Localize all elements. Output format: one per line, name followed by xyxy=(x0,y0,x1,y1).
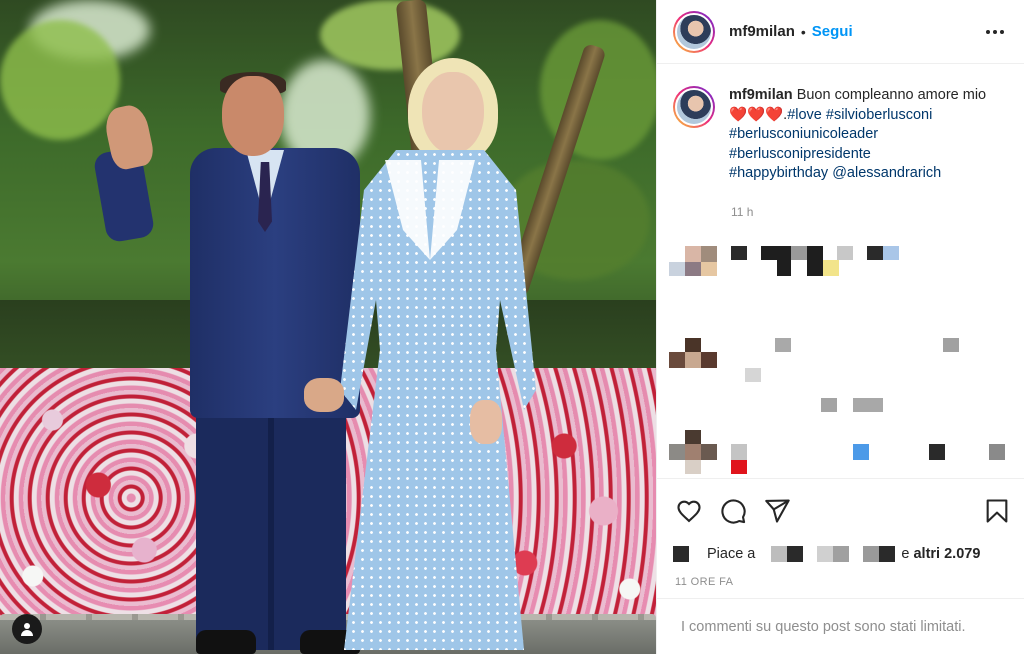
heart-outline-icon[interactable] xyxy=(675,497,703,525)
woman-face xyxy=(422,72,484,154)
liker-name-censored[interactable] xyxy=(771,546,804,562)
man-jacket xyxy=(190,148,360,418)
liker-name-censored[interactable] xyxy=(817,546,850,562)
likes-others[interactable]: e altri 2.079 xyxy=(901,546,980,562)
comment-bubble-icon[interactable] xyxy=(719,497,747,525)
likes-summary: Piace a e altri 2.079 xyxy=(673,544,980,564)
post-side-panel: mf9milan • Segui mf9milan Buon compleann… xyxy=(656,0,1024,654)
man-trousers xyxy=(196,410,346,650)
caption-timestamp: 11 h xyxy=(731,205,754,219)
avatar[interactable] xyxy=(673,86,715,128)
caption-message: Buon compleanno amore mio xyxy=(792,87,987,103)
hashtag-link[interactable]: #berlusconipresidente xyxy=(729,146,871,162)
separator-dot: • xyxy=(800,23,806,40)
paper-plane-icon[interactable] xyxy=(763,497,791,525)
follow-button[interactable]: Segui xyxy=(812,23,853,40)
avatar[interactable] xyxy=(673,10,715,53)
liker-name-censored[interactable] xyxy=(863,546,896,562)
post-photo[interactable] xyxy=(0,0,656,654)
post-actions-bar xyxy=(657,478,1024,538)
comments-limited-notice: I commenti su questo post sono stati lim… xyxy=(657,598,1024,654)
post-header: mf9milan • Segui xyxy=(657,0,1024,64)
liker-avatar[interactable] xyxy=(673,546,689,562)
joined-hands xyxy=(304,378,344,412)
bookmark-icon[interactable] xyxy=(983,497,1011,525)
likes-prefix: Piace a xyxy=(707,546,756,562)
user-tag-icon[interactable] xyxy=(12,614,42,644)
hashtag-link[interactable]: #love xyxy=(787,107,822,123)
background-foliage xyxy=(0,20,120,140)
header-username[interactable]: mf9milan xyxy=(729,23,795,40)
man-shoe xyxy=(196,630,256,654)
mention-link[interactable]: @alessandrarich xyxy=(832,165,941,181)
post-timestamp: 11 ORE FA xyxy=(675,576,734,588)
hashtag-link[interactable]: #happybirthday xyxy=(729,165,828,181)
caption: mf9milan Buon compleanno amore mio ❤️❤️❤️… xyxy=(673,86,1013,184)
woman-hand xyxy=(470,400,502,444)
hashtag-link[interactable]: #berlusconiunicoleader xyxy=(729,126,878,142)
hashtag-link[interactable]: #silvioberlusconi xyxy=(826,107,932,123)
caption-username[interactable]: mf9milan xyxy=(729,87,793,103)
more-horizontal-icon[interactable] xyxy=(985,22,1005,42)
man-face xyxy=(222,76,284,156)
heart-emoji: ❤️❤️❤️ xyxy=(729,106,784,123)
caption-text: mf9milan Buon compleanno amore mio ❤️❤️❤️… xyxy=(729,86,999,184)
